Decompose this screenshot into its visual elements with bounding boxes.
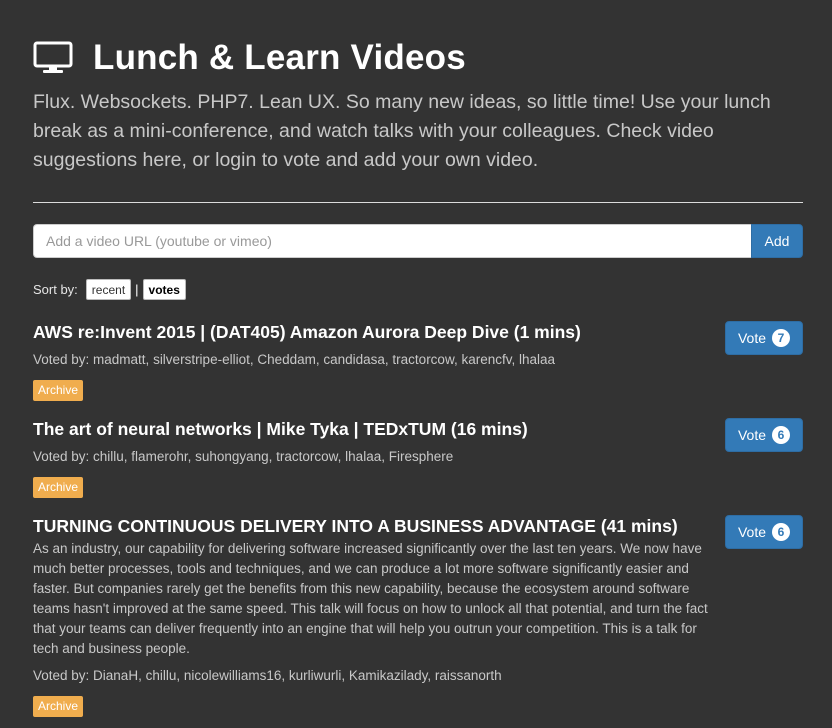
voted-by: Voted by: chillu, flamerohr, suhongyang,… <box>33 449 454 464</box>
vote-button[interactable]: Vote 6 <box>725 515 803 549</box>
vote-label: Vote <box>737 330 767 346</box>
vote-label: Vote <box>737 427 767 443</box>
page: Lunch & Learn Videos Flux. Websockets. P… <box>0 0 832 728</box>
monitor-icon <box>33 41 73 73</box>
video-description: As an industry, our capability for deliv… <box>33 541 708 656</box>
page-header: Lunch & Learn Videos <box>33 38 466 78</box>
vote-count-badge: 7 <box>772 329 791 347</box>
vote-button[interactable]: Vote 7 <box>725 321 803 355</box>
sort-votes-button[interactable]: votes <box>142 279 186 300</box>
video-title[interactable]: AWS re:Invent 2015 | (DAT405) Amazon Aur… <box>33 321 713 343</box>
video-item: AWS re:Invent 2015 | (DAT405) Amazon Aur… <box>33 321 803 401</box>
vote-button[interactable]: Vote 6 <box>725 418 803 452</box>
video-title[interactable]: The art of neural networks | Mike Tyka |… <box>33 418 713 440</box>
video-item: The art of neural networks | Mike Tyka |… <box>33 418 803 498</box>
video-title[interactable]: TURNING CONTINUOUS DELIVERY INTO A BUSIN… <box>33 515 713 537</box>
add-video-form: Add <box>33 224 803 258</box>
voted-by: Voted by: DianaH, chillu, nicolewilliams… <box>33 668 502 683</box>
vote-label: Vote <box>737 524 767 540</box>
sort-label: Sort by: <box>33 282 78 297</box>
video-url-input[interactable] <box>33 224 751 258</box>
archive-badge: Archive <box>33 696 84 717</box>
sort-controls: Sort by: recent | votes <box>33 279 186 300</box>
page-title: Lunch & Learn Videos <box>93 38 466 77</box>
intro-text: Flux. Websockets. PHP7. Lean UX. So many… <box>33 91 771 171</box>
voted-by: Voted by: madmatt, silverstripe-elliot, … <box>33 352 555 367</box>
vote-count-badge: 6 <box>772 426 791 444</box>
sort-separator: | <box>135 282 139 297</box>
divider <box>33 202 803 203</box>
archive-badge: Archive <box>33 380 84 401</box>
video-item: TURNING CONTINUOUS DELIVERY INTO A BUSIN… <box>33 515 803 717</box>
archive-badge: Archive <box>33 477 84 498</box>
add-button[interactable]: Add <box>751 224 803 258</box>
vote-count-badge: 6 <box>772 523 791 541</box>
sort-recent-button[interactable]: recent <box>85 279 132 300</box>
